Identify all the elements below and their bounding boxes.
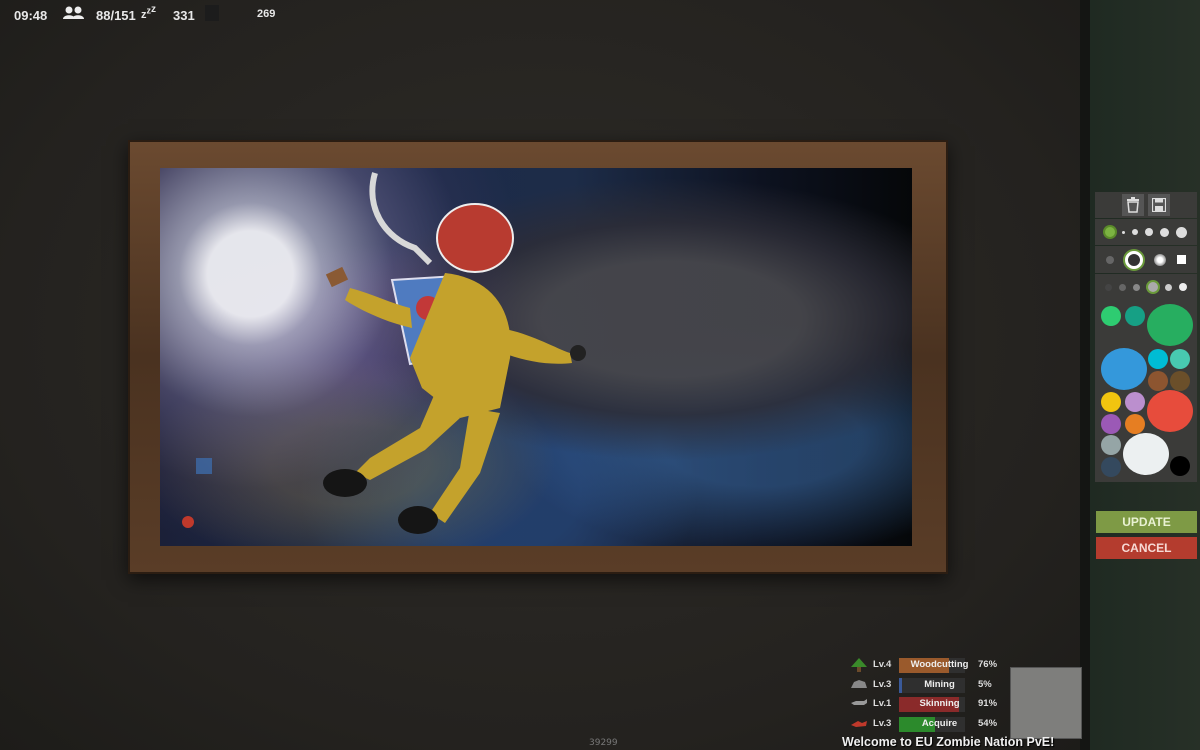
skill-row: Lv.3 Acquire 54% xyxy=(846,715,1006,735)
color-swatch[interactable] xyxy=(1147,304,1193,346)
opacity-2[interactable] xyxy=(1118,283,1126,291)
game-scene xyxy=(0,0,1080,750)
color-swatch[interactable] xyxy=(1101,435,1121,455)
brush-size-5[interactable] xyxy=(1160,227,1170,237)
color-swatch[interactable] xyxy=(1125,392,1145,412)
skill-row: Lv.1 Skinning 91% xyxy=(846,695,1006,715)
skill-level: Lv.3 xyxy=(873,678,892,690)
brush-type-row xyxy=(1095,246,1197,273)
trash-icon[interactable] xyxy=(1122,194,1144,216)
skill-level: Lv.4 xyxy=(873,659,892,670)
opacity-5[interactable] xyxy=(1164,283,1172,291)
skills-panel: Lv.4 Woodcutting 76% Lv.3 Mining 5% Lv.1… xyxy=(846,656,1006,734)
extra-counter: 269 xyxy=(257,8,276,20)
brush-size-1[interactable] xyxy=(1104,227,1115,237)
players-count: 88/151 xyxy=(96,8,136,23)
skill-percent: 76% xyxy=(978,659,998,670)
chat-message: Welcome to EU Zombie Nation PvE! xyxy=(842,735,1055,749)
players-icon xyxy=(62,6,86,23)
color-swatch[interactable] xyxy=(1147,390,1193,432)
brush-size-3[interactable] xyxy=(1131,229,1138,235)
color-swatch[interactable] xyxy=(1101,457,1121,477)
skill-name: Woodcutting xyxy=(910,659,969,670)
brush-size-6[interactable] xyxy=(1176,226,1188,238)
skill-percent: 54% xyxy=(978,717,998,729)
brush-size-row xyxy=(1095,219,1197,245)
sleepers-count: 331 xyxy=(173,8,195,23)
skill-name: Mining xyxy=(924,678,955,690)
opacity-4[interactable] xyxy=(1147,282,1158,292)
coordinate-readout: 39299 xyxy=(589,738,618,748)
skill-level: Lv.1 xyxy=(873,698,892,709)
skill-name: Acquire xyxy=(921,717,958,729)
color-swatch[interactable] xyxy=(1101,348,1147,390)
sleepers-icon: zzz xyxy=(141,4,156,21)
brush-glow[interactable] xyxy=(1153,253,1166,266)
hand-icon xyxy=(850,717,868,729)
color-swatch[interactable] xyxy=(1148,371,1168,391)
color-swatch[interactable] xyxy=(1101,306,1121,326)
brush-square[interactable] xyxy=(1176,255,1186,264)
sign-canvas[interactable] xyxy=(160,168,912,546)
skill-name: Skinning xyxy=(919,698,960,709)
server-icon xyxy=(205,5,219,21)
skill-level: Lv.3 xyxy=(873,717,892,729)
brush-size-2[interactable] xyxy=(1121,230,1125,234)
color-swatch[interactable] xyxy=(1148,349,1168,369)
color-swatch[interactable] xyxy=(1125,306,1145,326)
astronaut-painting xyxy=(182,172,586,534)
color-swatch[interactable] xyxy=(1101,392,1121,412)
color-swatch[interactable] xyxy=(1170,349,1190,369)
opacity-1[interactable] xyxy=(1104,283,1112,291)
skill-percent: 5% xyxy=(978,678,992,690)
minimap[interactable] xyxy=(1010,667,1082,739)
skill-percent: 91% xyxy=(978,698,998,709)
color-swatch[interactable] xyxy=(1170,456,1190,476)
update-button[interactable]: UPDATE xyxy=(1096,511,1197,533)
color-swatch[interactable] xyxy=(1170,371,1190,391)
picture-frame[interactable] xyxy=(128,140,948,574)
brush-soft[interactable] xyxy=(1106,255,1115,264)
color-swatch[interactable] xyxy=(1125,414,1145,434)
animal-icon xyxy=(850,697,868,709)
skill-row: Lv.3 Mining 5% xyxy=(846,676,1006,696)
cancel-button[interactable]: CANCEL xyxy=(1096,537,1197,559)
ore-icon xyxy=(850,678,868,690)
tool-row xyxy=(1095,192,1197,218)
opacity-3[interactable] xyxy=(1133,283,1141,291)
skill-row: Lv.4 Woodcutting 76% xyxy=(846,656,1006,676)
floppy-disk-icon[interactable] xyxy=(1148,194,1170,216)
color-swatch[interactable] xyxy=(1101,414,1121,434)
brush-size-4[interactable] xyxy=(1145,228,1154,236)
tree-icon xyxy=(850,658,868,672)
clock-text: 09:48 xyxy=(14,8,48,23)
color-swatch[interactable] xyxy=(1123,433,1169,475)
brush-ring[interactable] xyxy=(1125,250,1144,269)
opacity-row xyxy=(1095,274,1197,300)
opacity-6[interactable] xyxy=(1179,283,1188,291)
